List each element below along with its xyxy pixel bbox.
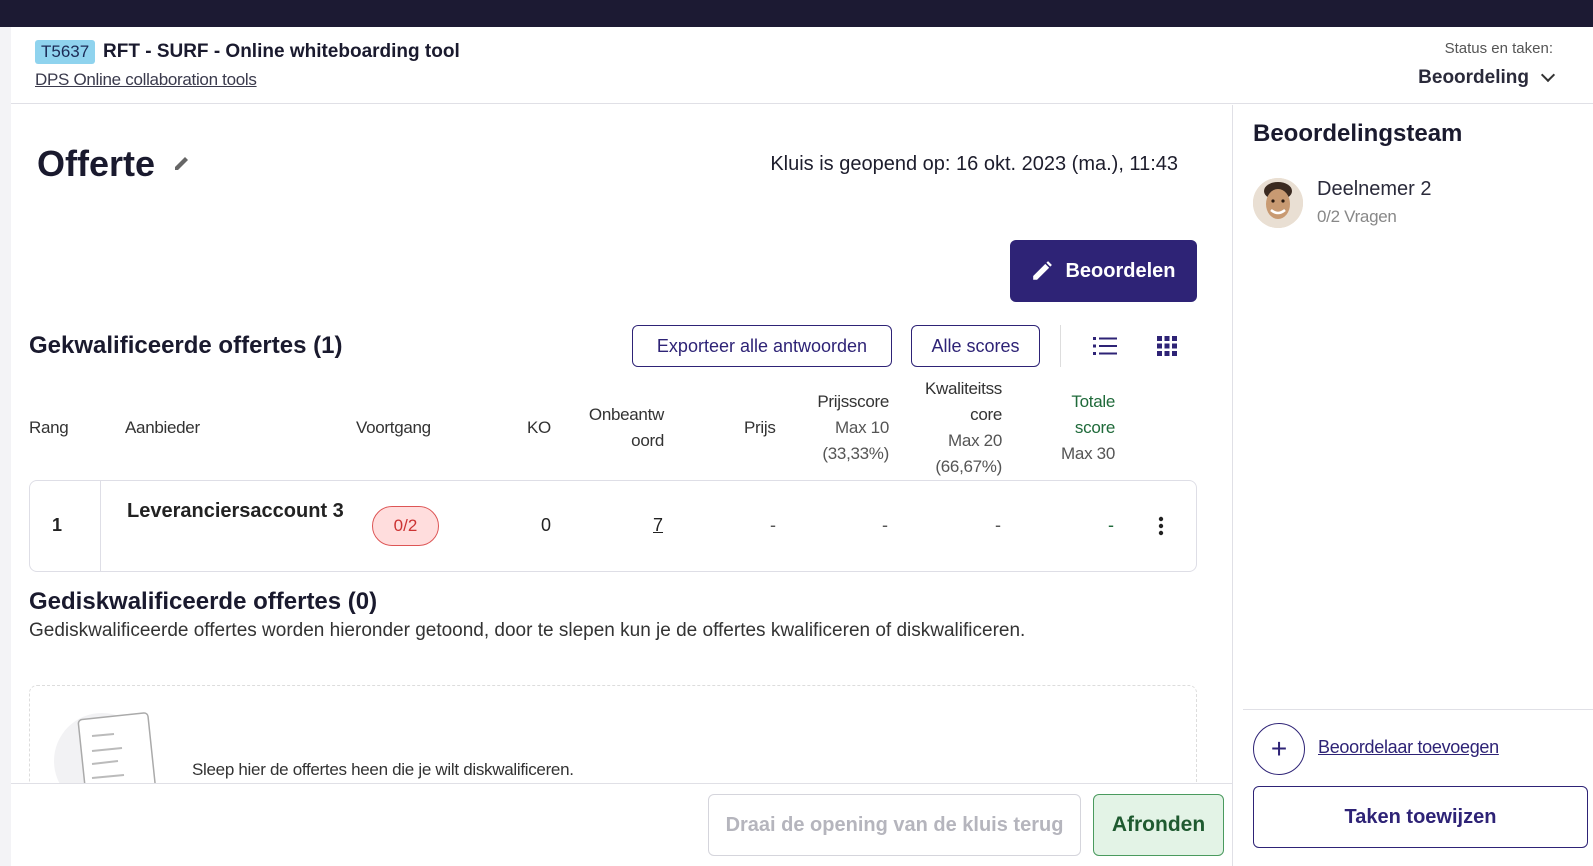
add-reviewer-plus-button[interactable]: + <box>1253 723 1305 775</box>
disqualified-offers-title: Gediskwalificeerde offertes (0) <box>29 588 378 615</box>
assign-tasks-button[interactable]: Taken toewijzen <box>1253 786 1588 848</box>
status-label: Status en taken: <box>1444 40 1553 57</box>
grid-view-icon[interactable] <box>1156 335 1178 357</box>
quality-header-pct: (66,67%) <box>935 457 1002 476</box>
column-header-ko[interactable]: KO <box>527 415 551 441</box>
row-rank: 1 <box>52 515 63 535</box>
dropzone-text: Sleep hier de offertes heen die je wilt … <box>192 760 574 779</box>
row-menu-kebab-icon[interactable] <box>1158 516 1164 536</box>
column-header-total-score[interactable]: Totale score Max 30 <box>1041 389 1115 467</box>
disqualified-description: Gediskwalificeerde offertes worden hiero… <box>29 620 1026 641</box>
tender-header: T5637 RFT - SURF - Online whiteboarding … <box>11 27 1593 104</box>
chevron-down-icon <box>1540 67 1556 83</box>
revert-vault-opening-button[interactable]: Draai de opening van de kluis terug <box>708 794 1081 856</box>
column-header-progress[interactable]: Voortgang <box>356 415 431 441</box>
finish-button[interactable]: Afronden <box>1093 794 1224 856</box>
progress-badge: 0/2 <box>372 506 439 546</box>
review-team-panel: Beoordelingsteam Deelnemer 2 0/2 Vragen … <box>1232 105 1593 866</box>
status-value: Beoordeling <box>1418 67 1529 88</box>
total-header-max: Max 30 <box>1061 444 1115 463</box>
status-dropdown[interactable]: Beoordeling <box>1418 67 1556 89</box>
tender-subtitle-link[interactable]: DPS Online collaboration tools <box>35 70 257 90</box>
export-answers-button[interactable]: Exporteer alle antwoorden <box>632 325 892 367</box>
tender-code-badge: T5637 <box>35 40 96 64</box>
panel-divider <box>1243 709 1593 710</box>
column-header-price-score[interactable]: Prijsscore Max 10 (33,33%) <box>801 389 889 467</box>
column-header-price[interactable]: Prijs <box>744 415 776 441</box>
price-score-header-label: Prijsscore <box>817 392 889 411</box>
quality-header-max: Max 20 <box>948 431 1002 450</box>
vault-opened-text: Kluis is geopend op: 16 okt. 2023 (ma.),… <box>770 153 1178 175</box>
document-illustration-icon <box>54 712 158 783</box>
row-price: - <box>770 515 776 535</box>
column-header-unanswered[interactable]: Onbeantw oord <box>571 402 664 454</box>
column-header-rank[interactable]: Rang <box>29 415 69 441</box>
total-header-line-1: Totale <box>1071 392 1115 411</box>
row-unanswered-link[interactable]: 7 <box>653 515 663 536</box>
member-questions: 0/2 Vragen <box>1317 207 1397 226</box>
row-ko: 0 <box>541 515 552 535</box>
app-frame: T5637 RFT - SURF - Online whiteboarding … <box>11 27 1593 866</box>
quality-header-line-2: core <box>970 405 1002 424</box>
table-row[interactable]: 1 Leveranciersaccount 3 0/2 0 7 - - - - <box>29 480 1197 572</box>
toolbar-divider <box>1060 325 1061 367</box>
footer-bar: Draai de opening van de kluis terug Afro… <box>11 783 1232 866</box>
qualified-offers-title: Gekwalificeerde offertes (1) <box>29 332 343 359</box>
assess-button[interactable]: Beoordelen <box>1010 240 1197 302</box>
column-header-quality-score[interactable]: Kwaliteitss core Max 20 (66,67%) <box>909 376 1002 480</box>
tender-title: RFT - SURF - Online whiteboarding tool <box>103 41 460 62</box>
pencil-icon <box>1033 261 1053 280</box>
row-total-score: - <box>1108 515 1114 535</box>
page-title: Offerte <box>37 143 156 184</box>
all-scores-button[interactable]: Alle scores <box>911 325 1040 367</box>
review-team-title: Beoordelingsteam <box>1253 120 1463 147</box>
unanswered-header-line-1: Onbeantw <box>588 405 664 424</box>
list-view-icon[interactable] <box>1093 335 1117 357</box>
quality-header-line-1: Kwaliteitss <box>924 379 1002 398</box>
price-score-header-pct: (33,33%) <box>822 444 889 463</box>
main-content: Offerte Kluis is geopend op: 16 okt. 202… <box>11 105 1232 783</box>
edit-title-pencil-icon[interactable] <box>172 153 192 173</box>
row-quality-score: - <box>995 515 1001 535</box>
column-header-supplier[interactable]: Aanbieder <box>125 415 200 441</box>
avatar <box>1253 178 1303 228</box>
add-reviewer-link[interactable]: Beoordelaar toevoegen <box>1318 737 1499 758</box>
row-divider <box>100 481 101 571</box>
assess-button-label: Beoordelen <box>1065 259 1176 282</box>
price-score-header-max: Max 10 <box>835 418 889 437</box>
disqualify-dropzone[interactable]: Sleep hier de offertes heen die je wilt … <box>29 685 1197 783</box>
row-supplier: Leveranciersaccount 3 <box>127 500 344 522</box>
member-name: Deelnemer 2 <box>1317 178 1432 200</box>
unanswered-header-line-2: oord <box>631 431 664 450</box>
avatar-face-icon <box>1253 178 1303 228</box>
total-header-line-2: score <box>1074 418 1115 437</box>
top-bar <box>0 0 1593 27</box>
row-price-score: - <box>882 515 888 535</box>
plus-icon: + <box>1270 733 1288 764</box>
